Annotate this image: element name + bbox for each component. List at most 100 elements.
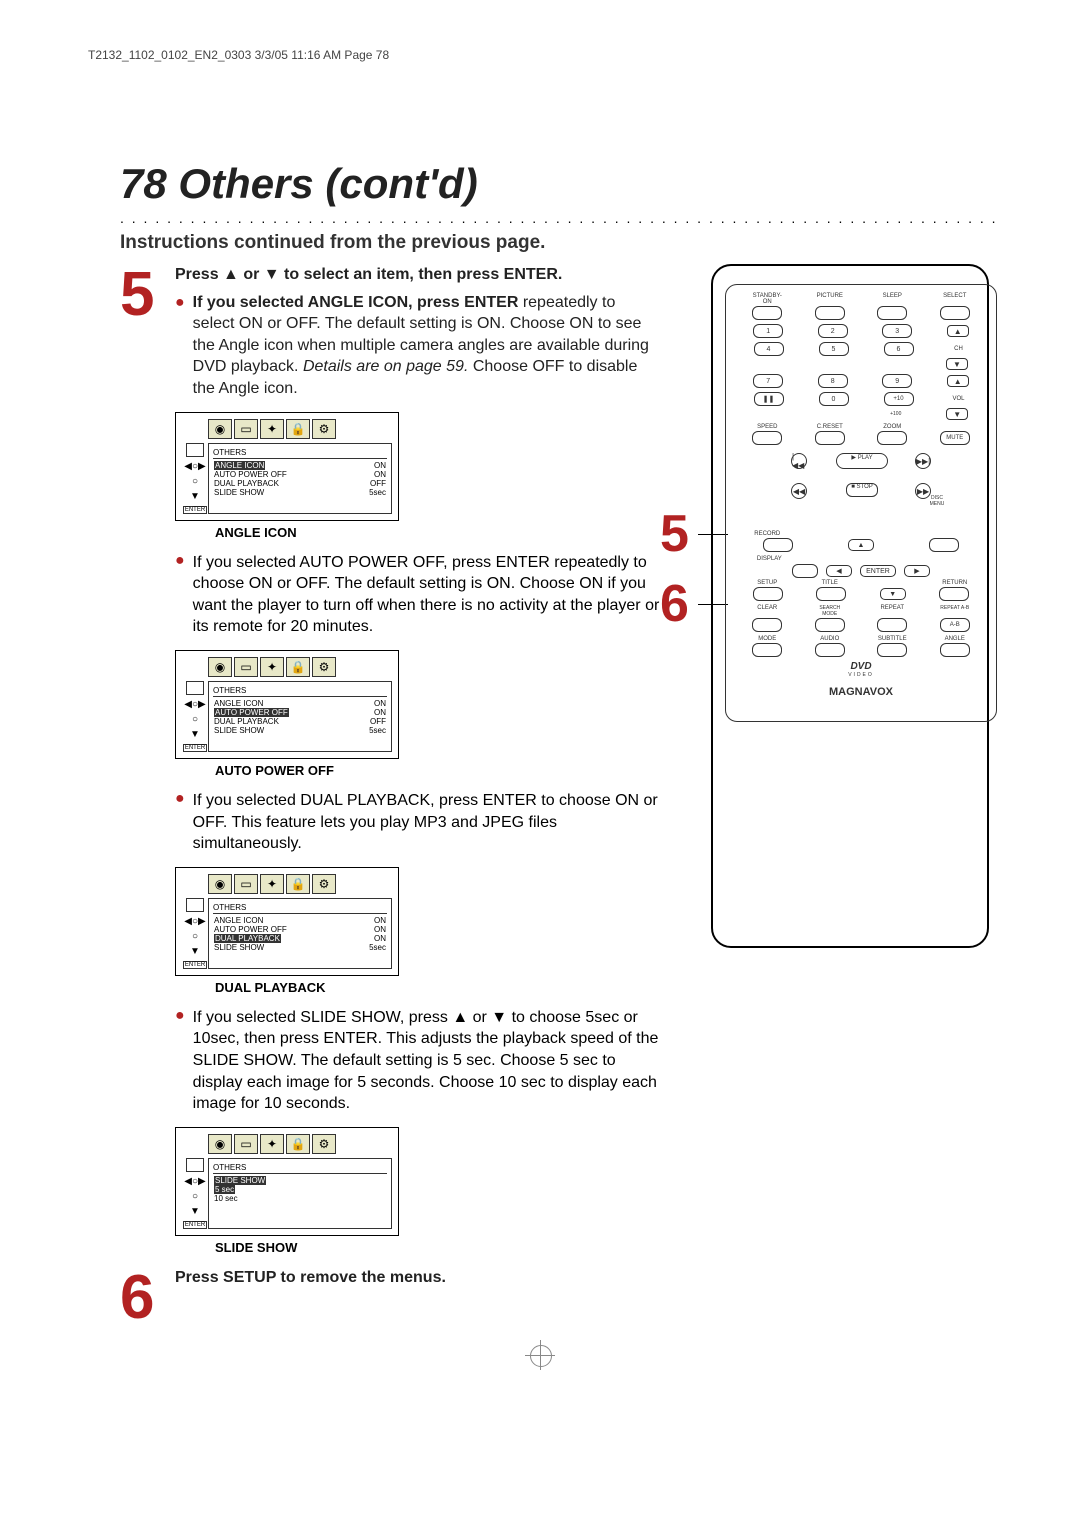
button-8[interactable]: 8: [818, 374, 848, 388]
transport-cluster: |◀◀ ▶ PLAY ▶▶| ◀◀ ■ STOP ▶▶ DISC MENU: [791, 453, 931, 523]
subhead: Instructions continued from the previous…: [120, 232, 1000, 254]
button-next[interactable]: ▶▶|: [915, 453, 931, 469]
dvd-logo: DVD: [736, 661, 986, 672]
button-right[interactable]: ▶: [904, 565, 930, 577]
button-clear[interactable]: [752, 618, 782, 632]
button-prev[interactable]: |◀◀: [791, 453, 807, 469]
osd-tab-icon: ⚙: [312, 874, 336, 894]
osd-title: OTHERS: [213, 686, 387, 697]
button-1[interactable]: 1: [753, 324, 783, 338]
caption-slide: SLIDE SHOW: [215, 1240, 660, 1255]
button-vol-up[interactable]: ▲: [947, 375, 969, 387]
osd-slide-10: 10 sec: [214, 1194, 238, 1203]
osd-tab-icon: ◉: [208, 1134, 232, 1154]
button-speed[interactable]: [752, 431, 782, 445]
button-record[interactable]: [763, 538, 793, 552]
osd-sidebar: ◀○▶○▼ENTER: [182, 681, 208, 752]
button-ch-up[interactable]: ▲: [947, 325, 969, 337]
button-2[interactable]: 2: [818, 324, 848, 338]
button-creset[interactable]: [815, 431, 845, 445]
osd-auto-v: ON: [374, 470, 386, 479]
button-0[interactable]: 0: [819, 392, 849, 406]
button-7[interactable]: 7: [753, 374, 783, 388]
osd-dual-k: DUAL PLAYBACK: [214, 717, 279, 726]
button-left[interactable]: ◀: [826, 565, 852, 577]
button-mode[interactable]: [752, 643, 782, 657]
osd-slide-k: SLIDE SHOW: [214, 726, 264, 735]
button-vol-down[interactable]: ▼: [946, 408, 968, 420]
step-5: 5 Press ▲ or ▼ to select an item, then p…: [120, 264, 660, 400]
lbl-picture: PICTURE: [815, 293, 845, 305]
osd-dual-v: OFF: [370, 717, 386, 726]
button-return[interactable]: [939, 587, 969, 601]
button-audio[interactable]: [815, 643, 845, 657]
button-sleep[interactable]: [877, 306, 907, 320]
button-disc-menu[interactable]: [929, 538, 959, 552]
button-play[interactable]: ▶ PLAY: [836, 453, 888, 469]
button-zoom[interactable]: [877, 431, 907, 445]
lbl-disc-menu: DISC MENU: [925, 495, 949, 507]
bullet-dot-icon: ●: [175, 1007, 185, 1115]
button-subtitle[interactable]: [877, 643, 907, 657]
bullet-dot-icon: ●: [175, 790, 185, 855]
osd-auto-k: AUTO POWER OFF: [214, 470, 287, 479]
callout-5: 5: [660, 504, 689, 564]
button-title[interactable]: [816, 587, 846, 601]
button-enter[interactable]: ENTER: [860, 565, 896, 577]
osd-tab-icon: ▭: [234, 874, 258, 894]
button-rew[interactable]: ◀◀: [791, 483, 807, 499]
angle-italic: Details are on page 59.: [303, 358, 468, 375]
step-6-number: 6: [120, 1267, 175, 1329]
button-repeat[interactable]: [877, 618, 907, 632]
osd-tab-icon: ✦: [260, 657, 284, 677]
osd-title: OTHERS: [213, 1163, 387, 1174]
button-mute[interactable]: MUTE: [940, 431, 970, 445]
osd-angle-v: ON: [374, 461, 386, 470]
button-plus10[interactable]: +10: [884, 392, 914, 406]
lbl-clear: CLEAR: [752, 605, 782, 617]
osd-auto-k: AUTO POWER OFF: [214, 925, 287, 934]
button-4[interactable]: 4: [754, 342, 784, 356]
button-standby[interactable]: [752, 306, 782, 320]
button-9[interactable]: 9: [882, 374, 912, 388]
button-5[interactable]: 5: [819, 342, 849, 356]
button-pause[interactable]: ❚❚: [754, 392, 784, 406]
video-label: VIDEO: [736, 672, 986, 678]
osd-slide-v: 5sec: [369, 488, 386, 497]
bullet-slide: ● If you selected SLIDE SHOW, press ▲ or…: [175, 1007, 660, 1115]
osd-angle-k: ANGLE ICON: [214, 699, 263, 708]
osd-angle-v: ON: [374, 916, 386, 925]
button-angle[interactable]: [940, 643, 970, 657]
lbl-select: SELECT: [940, 293, 970, 305]
osd-title: OTHERS: [213, 903, 387, 914]
button-3[interactable]: 3: [882, 324, 912, 338]
button-down[interactable]: ▼: [880, 588, 906, 600]
button-search[interactable]: [815, 618, 845, 632]
button-display[interactable]: [792, 564, 818, 578]
lbl-audio: AUDIO: [815, 636, 845, 642]
lbl-mute: [940, 424, 970, 430]
button-ab[interactable]: A-B: [940, 618, 970, 632]
osd-slide-v: 5sec: [369, 726, 386, 735]
button-stop[interactable]: ■ STOP: [846, 483, 878, 497]
lbl-plus100: +100: [881, 411, 911, 417]
osd-slide-v: 5sec: [369, 943, 386, 952]
lbl-ch: CH: [949, 346, 969, 352]
osd-tab-icon: ◉: [208, 657, 232, 677]
button-picture[interactable]: [815, 306, 845, 320]
lbl-setup: SETUP: [752, 580, 782, 586]
button-6[interactable]: 6: [884, 342, 914, 356]
osd-slide-k: SLIDE SHOW: [214, 488, 264, 497]
osd-angle-k: ANGLE ICON: [214, 461, 265, 470]
button-ch-down[interactable]: ▼: [946, 358, 968, 370]
button-up[interactable]: ▲: [848, 539, 874, 551]
caption-dual: DUAL PLAYBACK: [215, 980, 660, 995]
lbl-repeat: REPEAT: [877, 605, 907, 617]
bullet-dual: ● If you selected DUAL PLAYBACK, press E…: [175, 790, 660, 855]
osd-tab-icon: ⚙: [312, 1134, 336, 1154]
osd-tab-icon: 🔒: [286, 1134, 310, 1154]
lbl-display: DISPLAY: [754, 556, 784, 562]
lbl-record: RECORD: [752, 531, 782, 537]
button-select[interactable]: [940, 306, 970, 320]
button-setup[interactable]: [753, 587, 783, 601]
